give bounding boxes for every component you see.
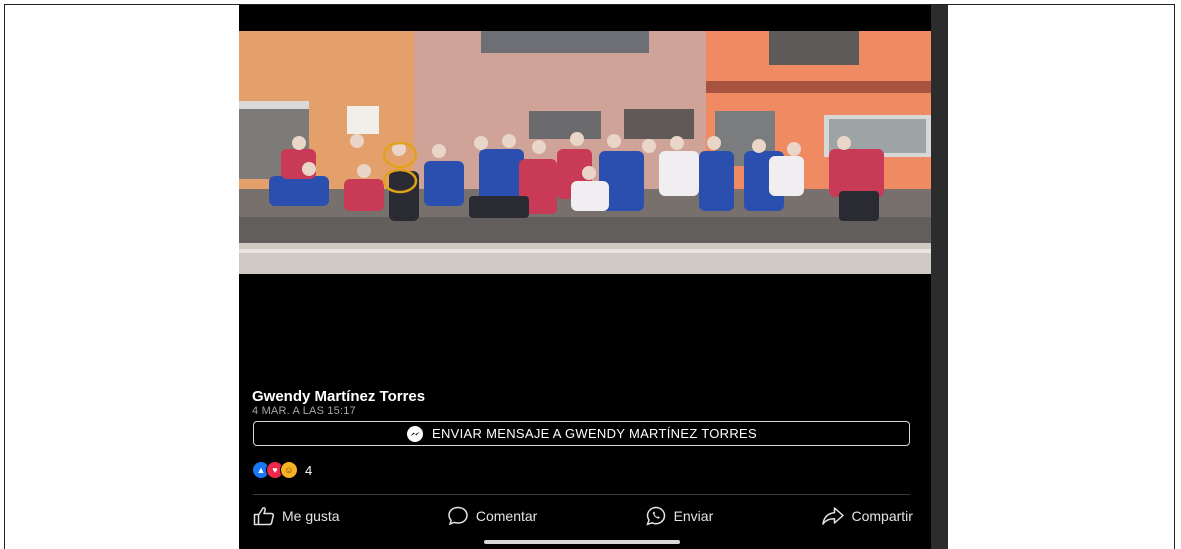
send-message-button[interactable]: ENVIAR MENSAJE A GWENDY MARTÍNEZ TORRES <box>253 421 910 446</box>
share-arrow-icon <box>821 507 844 525</box>
group-photo-image <box>239 31 931 274</box>
send-button[interactable]: Enviar <box>645 506 714 526</box>
share-label: Compartir <box>851 508 913 524</box>
post-viewer: Gwendy Martínez Torres 4 MAR. A LAS 15:1… <box>239 5 931 549</box>
comment-label: Comentar <box>475 508 538 524</box>
post-timestamp[interactable]: 4 MAR. A LAS 15:17 <box>252 405 356 417</box>
scrollbar[interactable] <box>931 5 948 549</box>
whatsapp-icon <box>645 506 665 526</box>
reactions-summary[interactable]: ▲ ♥ ☺ 4 <box>252 461 312 479</box>
thumbs-up-icon <box>253 507 275 526</box>
reaction-count: 4 <box>305 462 313 478</box>
share-button[interactable]: Compartir <box>821 506 913 526</box>
actions-divider <box>253 494 910 495</box>
comment-bubble-icon <box>448 506 468 526</box>
like-button[interactable]: Me gusta <box>253 506 340 526</box>
send-message-label: ENVIAR MENSAJE A GWENDY MARTÍNEZ TORRES <box>432 426 757 441</box>
send-label: Enviar <box>673 508 714 524</box>
like-label: Me gusta <box>282 508 340 524</box>
haha-icon: ☺ <box>280 461 298 479</box>
messenger-icon <box>406 425 424 443</box>
home-indicator[interactable] <box>484 540 680 544</box>
post-actions-bar: Me gusta Comentar Enviar Compartir <box>253 503 913 529</box>
post-author-name[interactable]: Gwendy Martínez Torres <box>252 388 425 405</box>
post-photo[interactable] <box>239 31 931 274</box>
comment-button[interactable]: Comentar <box>447 506 537 526</box>
